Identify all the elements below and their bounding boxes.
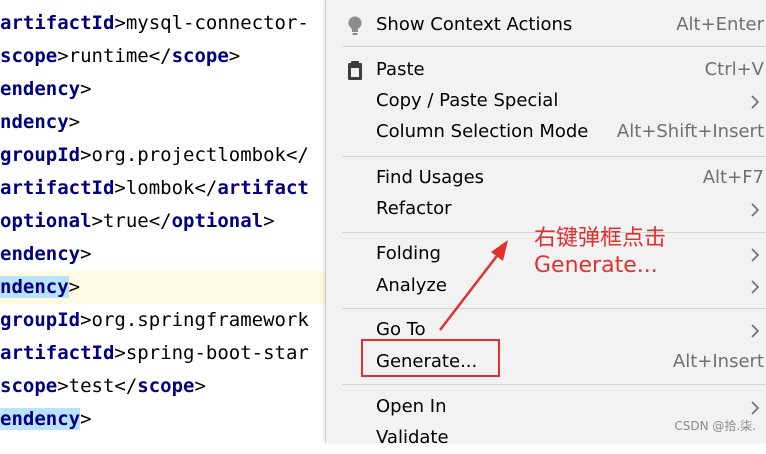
xml-text: > xyxy=(68,276,81,298)
lightbulb-icon xyxy=(348,16,362,35)
chevron-right-icon xyxy=(751,324,760,338)
code-line[interactable]: groupId>org.springframework xyxy=(0,304,330,337)
code-line-current[interactable]: ndency> xyxy=(0,271,330,304)
xml-tag: scope xyxy=(137,375,195,397)
xml-text: >test</ xyxy=(57,375,138,397)
menu-item-label: Column Selection Mode xyxy=(376,121,589,142)
menu-item-label: Paste xyxy=(376,59,425,80)
menu-item-label: Validate xyxy=(376,427,449,448)
xml-text: > xyxy=(80,243,92,265)
menu-item-label: Folding xyxy=(376,243,441,264)
highlight-box xyxy=(361,339,500,377)
clipboard-icon xyxy=(348,61,362,80)
code-editor[interactable]: artifactId>mysql-connector- scope>runtim… xyxy=(0,0,330,443)
xml-tag: endency xyxy=(0,78,81,100)
xml-text: > xyxy=(228,45,241,67)
xml-tag: scope xyxy=(0,45,58,67)
xml-text: > xyxy=(68,111,81,133)
xml-text: >org.springframework xyxy=(80,309,309,331)
xml-text: > xyxy=(80,408,92,430)
menu-item-label: Show Context Actions xyxy=(376,14,573,35)
menu-item-label: Copy / Paste Special xyxy=(376,90,559,111)
xml-text: > xyxy=(80,78,92,100)
xml-text: >true</ xyxy=(91,210,172,232)
xml-text: >spring-boot-star xyxy=(114,342,309,364)
menu-item-label: Analyze xyxy=(376,275,447,296)
menu-item-paste[interactable]: Paste Ctrl+V xyxy=(326,55,766,86)
xml-text: >runtime</ xyxy=(57,45,172,67)
xml-text: >org.projectlombok</ xyxy=(80,144,309,166)
menu-item-shortcut: Alt+Enter xyxy=(676,14,764,35)
xml-tag: artifactId xyxy=(0,12,115,34)
xml-text: >lombok</ xyxy=(114,177,218,199)
xml-tag: ndency xyxy=(0,111,69,133)
code-line[interactable]: artifactId>lombok</artifact xyxy=(0,172,330,205)
xml-tag: optional xyxy=(0,210,92,232)
xml-tag: scope xyxy=(171,45,229,67)
xml-text: > xyxy=(194,375,206,397)
xml-tag-highlighted: ndency xyxy=(0,276,69,298)
menu-item-shortcut: Alt+Insert xyxy=(672,351,764,372)
code-line[interactable]: endency> xyxy=(0,73,330,106)
code-line[interactable]: artifactId>spring-boot-star xyxy=(0,337,330,370)
chevron-right-icon xyxy=(751,401,760,415)
menu-item-find-usages[interactable]: Find Usages Alt+F7 xyxy=(326,163,766,194)
code-line[interactable]: scope>test</scope> xyxy=(0,370,330,403)
menu-item-label: Open In xyxy=(376,396,447,417)
xml-tag: artifactId xyxy=(0,342,115,364)
menu-item-label: Go To xyxy=(376,319,426,340)
xml-tag: optional xyxy=(171,210,264,232)
code-line[interactable]: endency> xyxy=(0,403,330,436)
menu-item-column-selection-mode[interactable]: Column Selection Mode Alt+Shift+Insert xyxy=(326,117,766,148)
xml-tag: endency xyxy=(0,243,81,265)
menu-separator xyxy=(342,308,766,309)
menu-separator xyxy=(342,46,766,47)
chevron-right-icon xyxy=(751,203,760,217)
code-line[interactable]: optional>true</optional> xyxy=(0,205,330,238)
xml-tag: scope xyxy=(0,375,58,397)
annotation-text: 右键弹框点击 xyxy=(534,226,667,251)
code-line[interactable]: artifactId>mysql-connector- xyxy=(0,7,330,40)
xml-text: > xyxy=(263,210,275,232)
xml-tag-highlighted: endency xyxy=(0,408,81,430)
xml-tag: groupId xyxy=(0,144,81,166)
xml-tag: artifactId xyxy=(0,177,115,199)
menu-item-shortcut: Alt+F7 xyxy=(702,167,764,188)
xml-text: >mysql-connector- xyxy=(114,12,309,34)
code-line[interactable]: groupId>org.projectlombok</ xyxy=(0,139,330,172)
xml-tag: groupId xyxy=(0,309,81,331)
chevron-right-icon xyxy=(751,248,760,262)
watermark: CSDN @拾.柒. xyxy=(674,419,756,433)
menu-item-shortcut: Alt+Shift+Insert xyxy=(616,121,764,142)
menu-item-copy-paste-special[interactable]: Copy / Paste Special xyxy=(326,86,766,117)
menu-item-label: Refactor xyxy=(376,198,452,219)
menu-item-label: Find Usages xyxy=(376,167,485,188)
code-line[interactable]: ndency> xyxy=(0,106,330,139)
menu-separator xyxy=(342,384,766,385)
code-line[interactable]: scope>runtime</scope> xyxy=(0,40,330,73)
code-line[interactable]: endency> xyxy=(0,238,330,271)
menu-item-show-context-actions[interactable]: Show Context Actions Alt+Enter xyxy=(326,10,766,41)
xml-tag: artifact xyxy=(217,177,309,199)
chevron-right-icon xyxy=(751,280,760,294)
menu-item-shortcut: Ctrl+V xyxy=(704,59,764,80)
menu-separator xyxy=(342,156,766,157)
annotation-text: Generate... xyxy=(534,253,658,278)
chevron-right-icon xyxy=(751,95,760,109)
